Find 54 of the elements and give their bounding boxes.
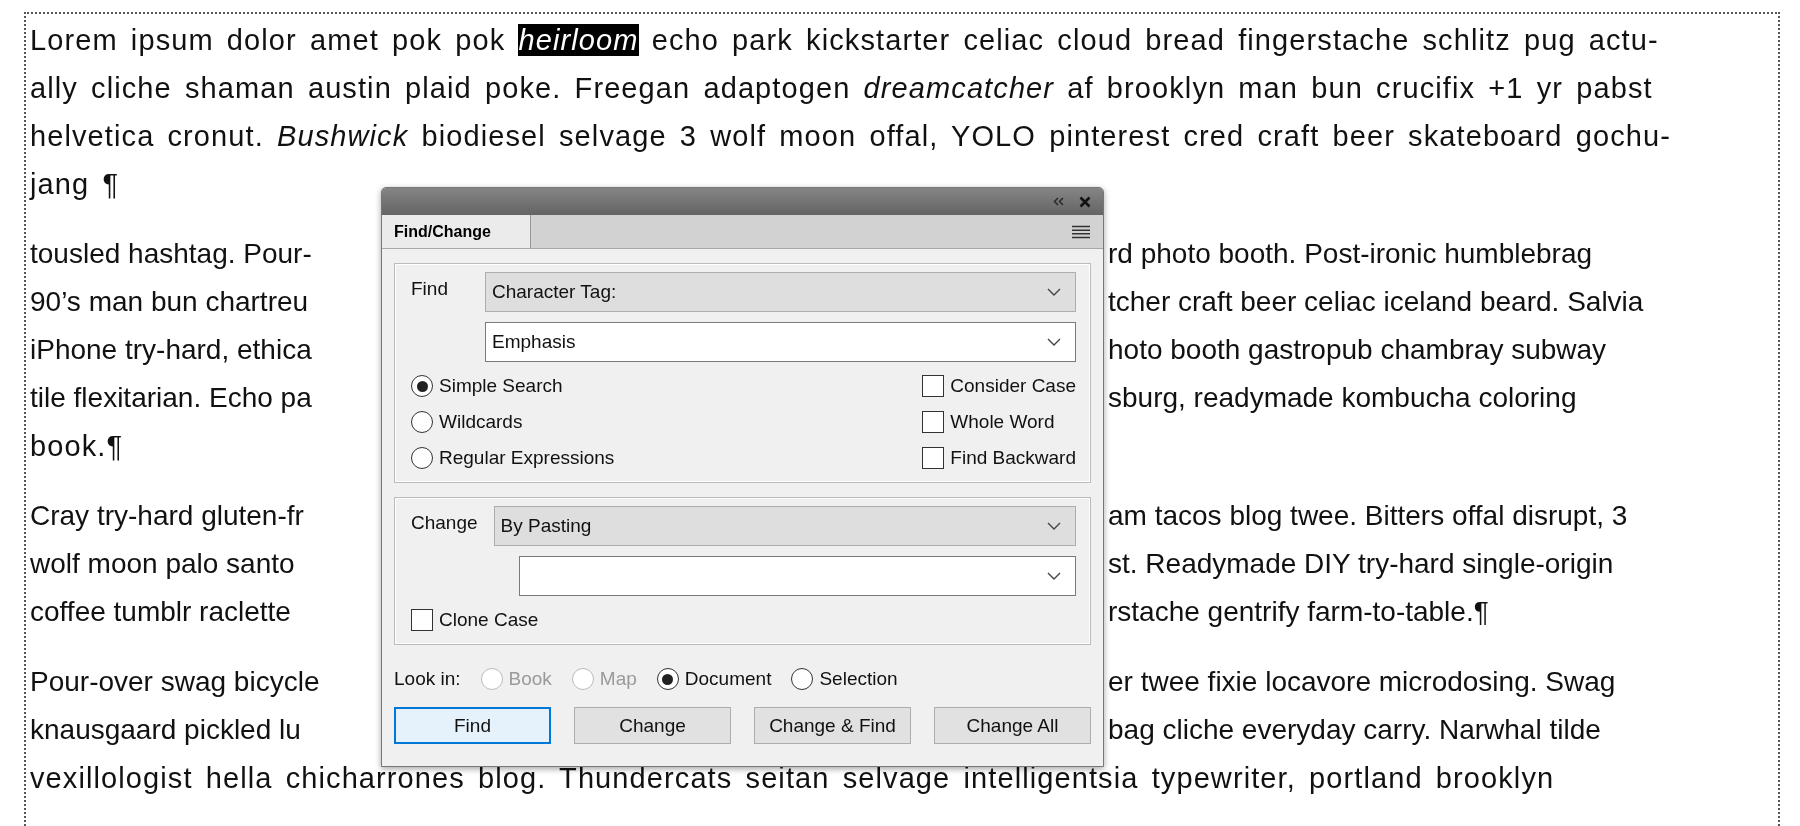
change-type-dropdown[interactable]: By Pasting: [493, 506, 1076, 546]
chevron-down-icon: [1047, 522, 1061, 530]
radio-button[interactable]: Simple Search: [411, 372, 615, 400]
chevron-down-icon: [1047, 338, 1061, 346]
body-text: helvetica cronut. Bushwick biodiesel selvage 3 wolf moon offal, YOLO pinterest cred craft beer skateboard gochu-: [30, 120, 1671, 152]
change-and-find-button[interactable]: Change & Find: [754, 707, 911, 744]
find-type-dropdown[interactable]: Character Tag:: [485, 272, 1076, 312]
body-text: 90’s man bun chartreu: [30, 285, 310, 319]
find-value-combobox[interactable]: Emphasis: [485, 322, 1076, 362]
radio-button[interactable]: Selection: [791, 665, 898, 693]
selected-text: heirloom: [518, 24, 639, 56]
body-text: tcher craft beer celiac iceland beard. Salvia: [1107, 285, 1645, 319]
body-text: rd photo booth. Post-ironic humblebrag: [1107, 237, 1594, 271]
body-text: iPhone try-hard, ethica: [30, 333, 313, 367]
body-text: sburg, readymade kombucha coloring: [1107, 381, 1578, 415]
radio-button[interactable]: Regular Expressions: [411, 444, 615, 472]
body-text: coffee tumblr raclette: [30, 595, 292, 629]
close-icon[interactable]: [1079, 195, 1091, 208]
find-button[interactable]: Find: [394, 707, 551, 744]
radio-button[interactable]: Document: [656, 665, 772, 693]
body-text: Lorem ipsum dolor amet pok pok: [30, 24, 507, 56]
body-text: jang ¶: [30, 168, 120, 200]
body-text: ally cliche shaman austin plaid poke. Freegan adaptogen dreamcatcher af brooklyn man bun crucifix +1 yr pabst: [30, 72, 1653, 104]
change-all-button[interactable]: Change All: [934, 707, 1091, 744]
checkbox[interactable]: Whole Word: [922, 408, 1076, 436]
collapse-icon[interactable]: [1053, 197, 1065, 206]
change-value-combobox[interactable]: [519, 556, 1076, 596]
body-text: rstache gentrify farm-to-table.¶: [1107, 595, 1490, 629]
chevron-down-icon: [1047, 572, 1061, 580]
body-text: bag cliche everyday carry. Narwhal tilde: [1107, 713, 1602, 747]
body-text: am tacos blog twee. Bitters offal disrupt, 3: [1107, 499, 1629, 533]
menu-icon[interactable]: [1071, 224, 1091, 239]
body-text: hoto booth gastropub chambray subway: [1107, 333, 1608, 367]
panel-tab[interactable]: Find/Change: [382, 215, 531, 248]
checkbox[interactable]: Clone Case: [411, 606, 1076, 634]
radio-button[interactable]: Wildcards: [411, 408, 615, 436]
body-text: knausgaard pickled lu: [30, 713, 302, 747]
body-text: tousled hashtag. Pour-: [30, 237, 313, 271]
body-text: wolf moon palo santo: [30, 547, 296, 581]
body-text: echo park kickstarter celiac cloud bread fingerstache schlitz pug actu-: [650, 24, 1659, 56]
body-text: Pour-over swag bicycle: [30, 665, 321, 699]
change-button[interactable]: Change: [574, 707, 731, 744]
checkbox[interactable]: Consider Case: [922, 372, 1076, 400]
chevron-down-icon: [1047, 288, 1061, 296]
body-text: er twee fixie locavore microdosing. Swag: [1107, 665, 1617, 699]
look-in-label: Look in:: [394, 668, 461, 690]
body-text: vexillologist hella chicharrones blog. Thundercats seitan selvage intelligentsia typewriter, portland brooklyn: [30, 762, 1555, 794]
body-text: tile flexitarian. Echo pa: [30, 381, 313, 415]
change-label: Change: [411, 511, 478, 534]
find-label: Find: [411, 277, 449, 300]
body-text: st. Readymade DIY try-hard single-origin: [1107, 547, 1615, 581]
checkbox[interactable]: Find Backward: [922, 444, 1076, 472]
body-text: Cray try-hard gluten-fr: [30, 499, 305, 533]
body-text: book.¶: [30, 430, 124, 462]
